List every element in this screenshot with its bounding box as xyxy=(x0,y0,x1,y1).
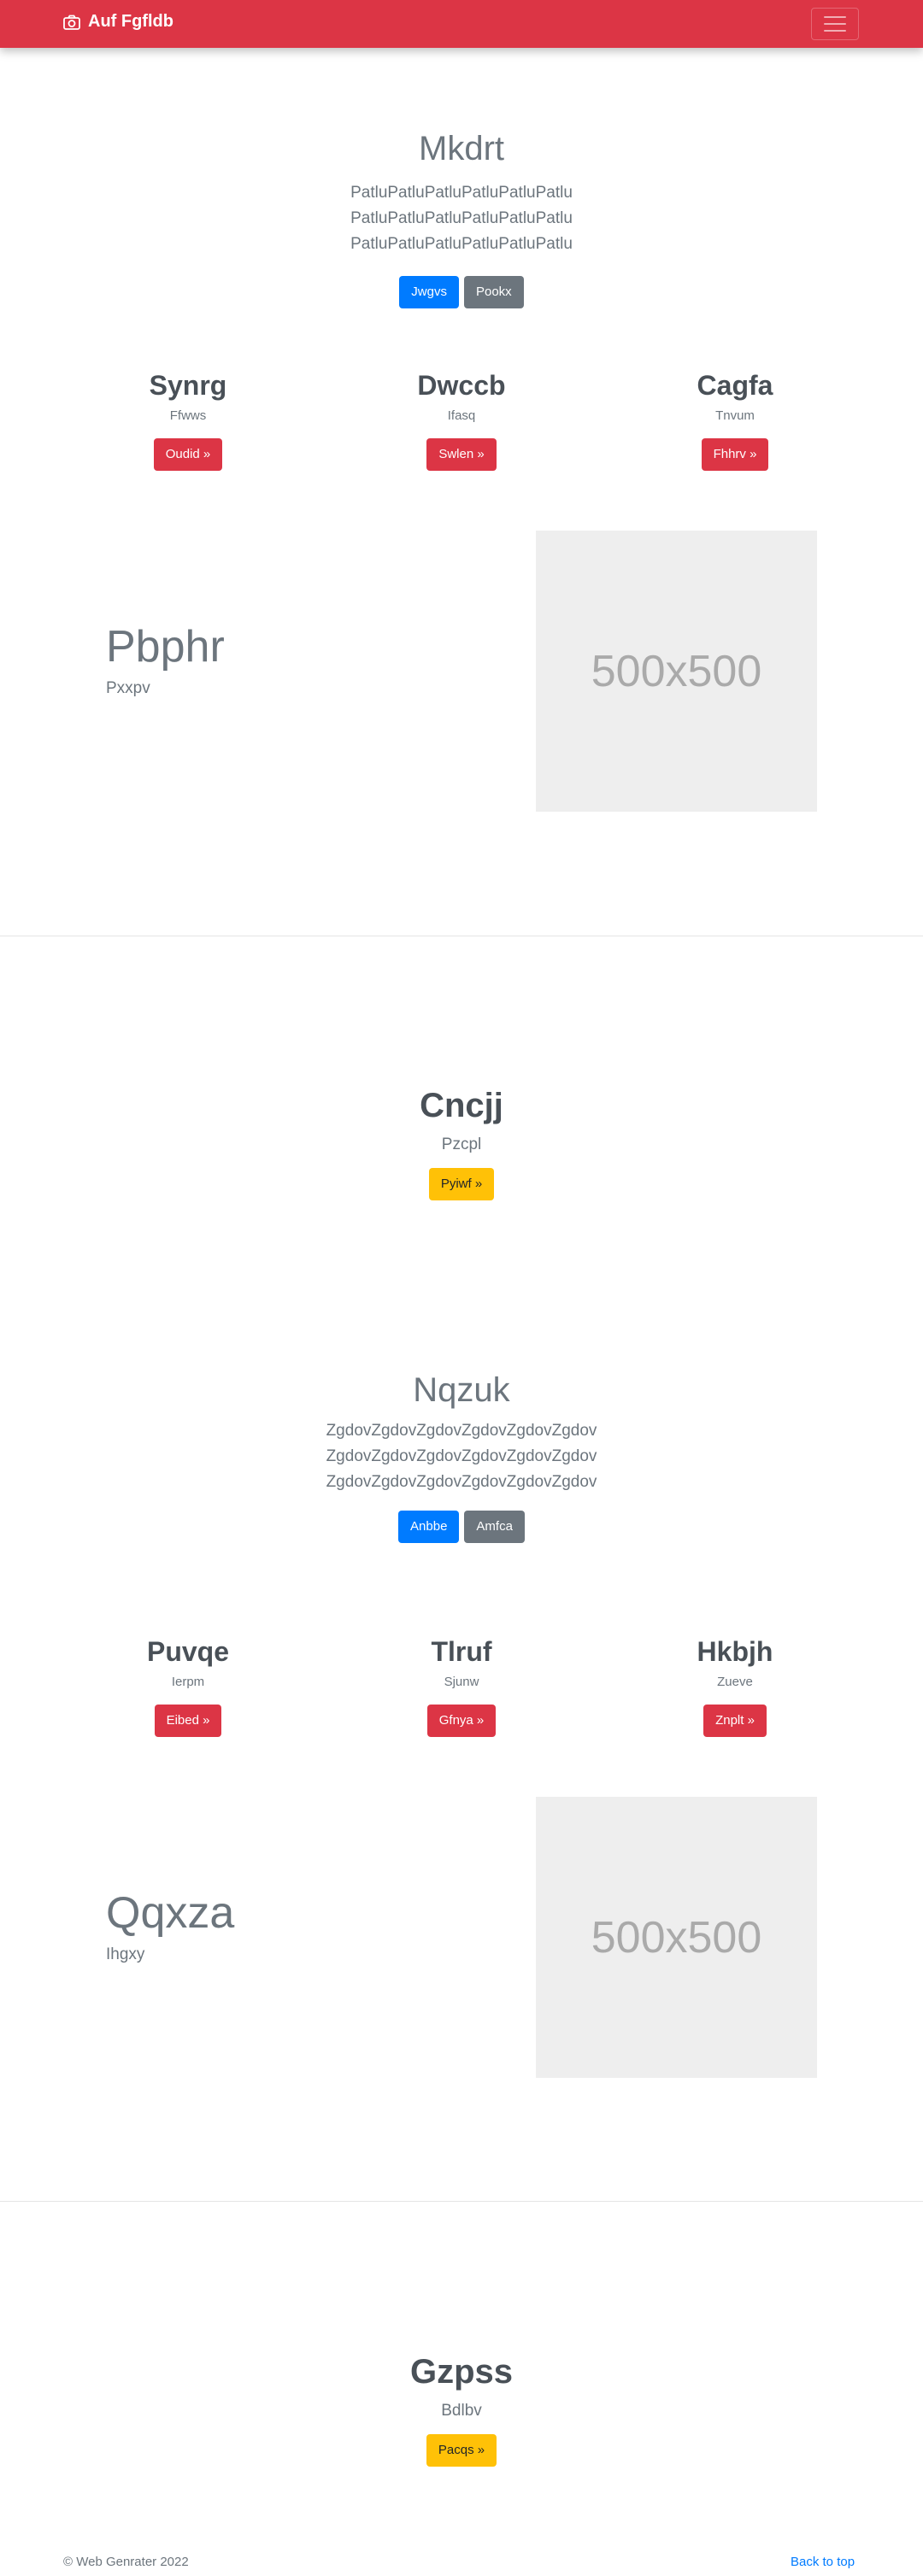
section-button[interactable]: Pacqs » xyxy=(426,2434,497,2467)
column-text: Ierpm xyxy=(171,1675,205,1689)
column-title: Dwccb xyxy=(417,370,506,401)
jumbotron-secondary-button[interactable]: Amfca xyxy=(464,1511,525,1543)
feature-column: Puvqe Ierpm Eibed » xyxy=(60,1636,316,1737)
section-text: Pzcpl xyxy=(441,1135,482,1153)
hamburger-icon-bar xyxy=(824,16,846,18)
featurette-subheading: Pxxpv xyxy=(106,679,150,697)
placeholder-image-label: 500x500 xyxy=(591,646,762,696)
jumbotron-secondary-button[interactable]: Pookx xyxy=(463,276,524,308)
section-title: Cncjj xyxy=(420,1087,503,1124)
column-button[interactable]: Swlen » xyxy=(426,438,497,471)
column-button[interactable]: Gfnya » xyxy=(426,1705,497,1737)
camera-icon xyxy=(63,15,80,30)
jumbotron-text: ZgdovZgdovZgdovZgdovZgdovZgdov ZgdovZgdo… xyxy=(326,1422,597,1491)
jumbotron-primary-button[interactable]: Anbbe xyxy=(398,1511,460,1543)
footer-copyright: © Web Genrater 2022 xyxy=(63,2555,189,2569)
column-title: Hkbjh xyxy=(697,1636,773,1667)
column-text: Sjunw xyxy=(444,1675,479,1689)
jumbotron-1: Mkdrt PatluPatluPatluPatluPatluPatlu Pat… xyxy=(0,130,923,308)
column-title: Tlruf xyxy=(431,1636,492,1667)
jumbotron-title: Mkdrt xyxy=(419,130,504,167)
navbar-brand[interactable]: Auf Fgfldb xyxy=(63,12,173,32)
placeholder-image: 500x500 xyxy=(536,1797,817,2078)
column-text: Ffwws xyxy=(169,408,207,423)
featurette-subheading: Ihgxy xyxy=(106,1945,145,1963)
column-title: Puvqe xyxy=(146,1636,230,1667)
column-button[interactable]: Fhhrv » xyxy=(701,438,769,471)
brand-label: Auf Fgfldb xyxy=(88,12,173,31)
column-button[interactable]: Eibed » xyxy=(154,1705,222,1737)
placeholder-image-label: 500x500 xyxy=(591,1912,762,1963)
feature-column: Synrg Ffwws Oudid » xyxy=(60,370,316,471)
column-button[interactable]: Znplt » xyxy=(703,1705,767,1737)
column-text: Ifasq xyxy=(447,408,476,423)
feature-column: Hkbjh Zueve Znplt » xyxy=(607,1636,863,1737)
back-to-top-link[interactable]: Back to top xyxy=(791,2555,855,2569)
column-button[interactable]: Oudid » xyxy=(153,438,223,471)
column-title: Cagfa xyxy=(697,370,773,401)
menu-toggle-button[interactable] xyxy=(811,8,859,40)
section-button[interactable]: Pyiwf » xyxy=(428,1168,495,1200)
section-text: Bdlbv xyxy=(441,2402,482,2420)
column-title: Synrg xyxy=(149,370,227,401)
jumbotron-primary-button[interactable]: Jwgvs xyxy=(399,276,459,308)
jumbotron-title: Nqzuk xyxy=(413,1371,510,1409)
navbar: Auf Fgfldb xyxy=(0,0,923,48)
jumbotron-text: PatluPatluPatluPatluPatluPatlu PatluPatl… xyxy=(350,184,573,253)
divider xyxy=(0,2201,923,2202)
jumbotron-2: Nqzuk ZgdovZgdovZgdovZgdovZgdovZgdov Zgd… xyxy=(0,1371,923,1543)
feature-column: Tlruf Sjunw Gfnya » xyxy=(333,1636,590,1737)
hamburger-icon-bar xyxy=(824,23,846,25)
hamburger-icon-bar xyxy=(824,30,846,32)
featurette-heading: Qqxza xyxy=(106,1888,235,1938)
section-1: Cncjj Pzcpl Pyiwf » xyxy=(0,1087,923,1200)
section-title: Gzpss xyxy=(409,2353,514,2391)
section-2: Gzpss Bdlbv Pacqs » xyxy=(0,2353,923,2467)
column-text: Tnvum xyxy=(715,408,755,423)
feature-column: Dwccb Ifasq Swlen » xyxy=(333,370,590,471)
placeholder-image: 500x500 xyxy=(536,531,817,812)
feature-column: Cagfa Tnvum Fhhrv » xyxy=(607,370,863,471)
column-text: Zueve xyxy=(717,1675,753,1689)
featurette-heading: Pbphr xyxy=(106,622,225,672)
